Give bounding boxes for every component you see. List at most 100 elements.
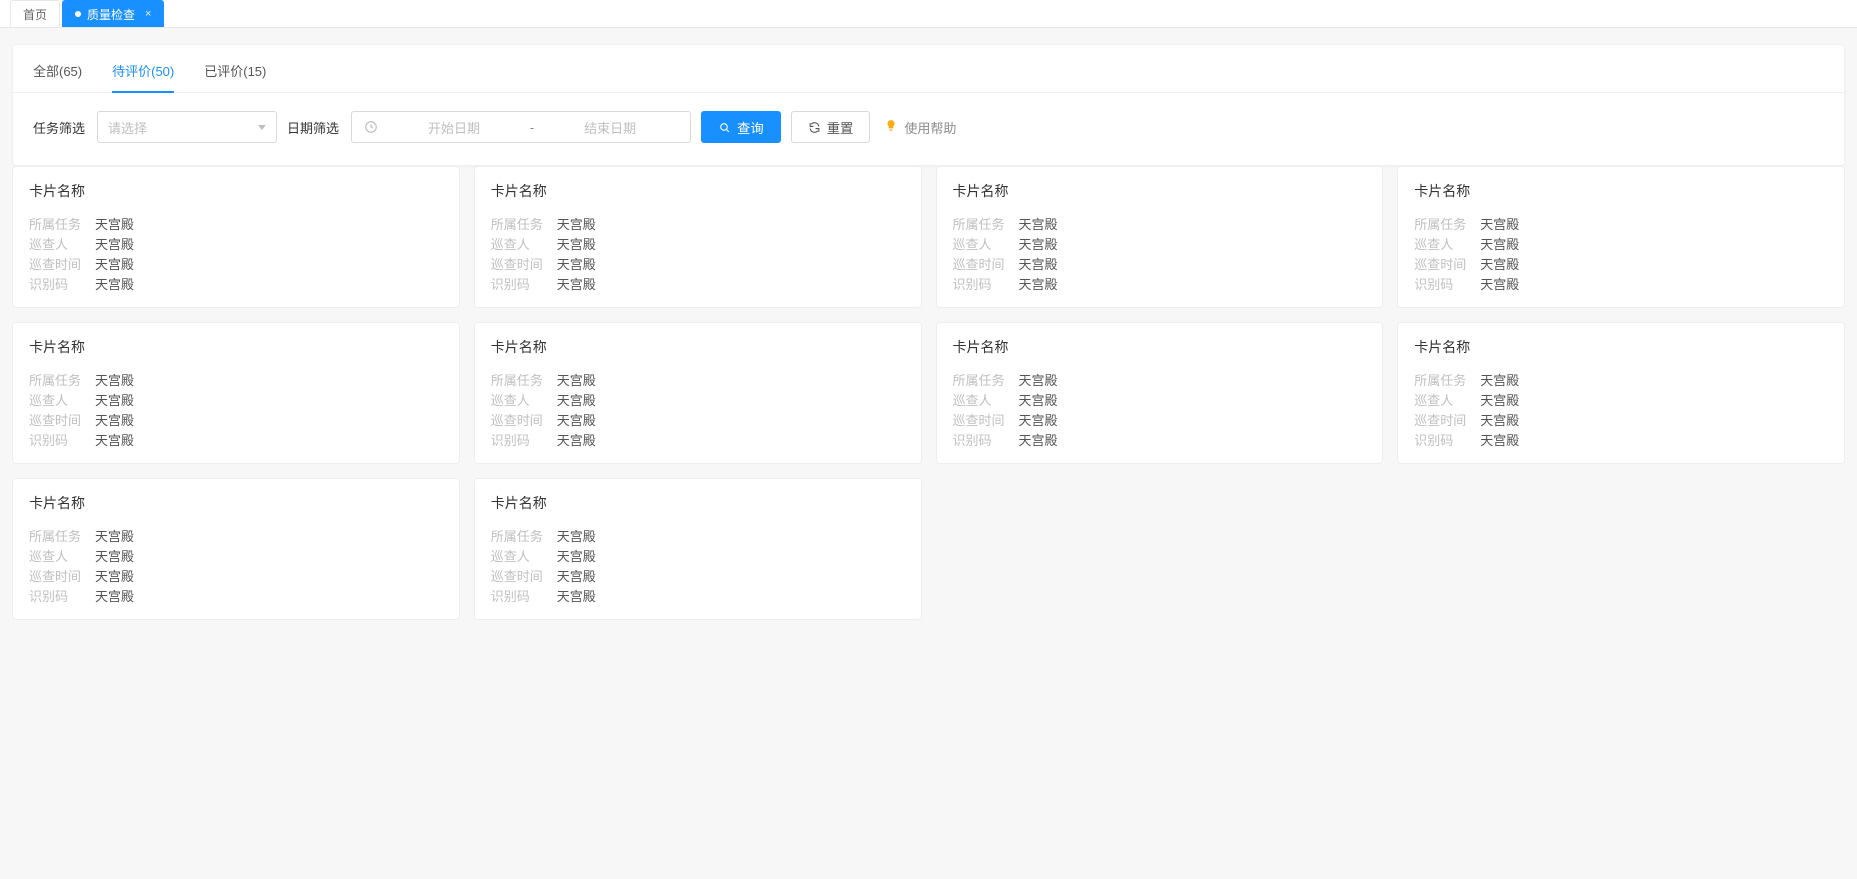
card-key: 巡查人 (491, 391, 551, 411)
card[interactable]: 卡片名称所属任务天宫殿巡查人天宫殿巡查时间天宫殿识别码天宫殿 (474, 166, 922, 308)
card-title: 卡片名称 (953, 337, 1367, 357)
card-value: 天宫殿 (557, 215, 596, 235)
card-value: 天宫殿 (557, 275, 596, 295)
card-row-code: 识别码天宫殿 (491, 431, 905, 451)
card-key: 巡查时间 (491, 411, 551, 431)
card-key: 巡查人 (1414, 235, 1474, 255)
card-row-time: 巡查时间天宫殿 (491, 411, 905, 431)
page-tab-bar: 首页质量检查× (0, 0, 1857, 28)
card-key: 巡查人 (29, 391, 89, 411)
card-key: 所属任务 (491, 527, 551, 547)
tab-pending[interactable]: 待评价(50) (112, 61, 174, 92)
help-link[interactable]: 使用帮助 (884, 118, 956, 137)
card-value: 天宫殿 (95, 431, 134, 451)
search-button[interactable]: 查询 (701, 111, 781, 143)
card-row-time: 巡查时间天宫殿 (953, 411, 1367, 431)
help-link-label: 使用帮助 (904, 118, 956, 137)
task-filter-select[interactable]: 请选择 (97, 111, 277, 143)
card-row-code: 识别码天宫殿 (1414, 275, 1828, 295)
card-key: 识别码 (491, 587, 551, 607)
card-row-inspector: 巡查人天宫殿 (29, 391, 443, 411)
close-icon[interactable]: × (145, 8, 151, 20)
card-row-time: 巡查时间天宫殿 (29, 411, 443, 431)
content-tabs: 全部(65) 待评价(50) 已评价(15) (13, 45, 1844, 93)
card-value: 天宫殿 (1480, 215, 1519, 235)
clock-icon (364, 120, 378, 134)
card-row-inspector: 巡查人天宫殿 (953, 391, 1367, 411)
card-value: 天宫殿 (1480, 255, 1519, 275)
card-value: 天宫殿 (1019, 255, 1058, 275)
card-title: 卡片名称 (491, 337, 905, 357)
card[interactable]: 卡片名称所属任务天宫殿巡查人天宫殿巡查时间天宫殿识别码天宫殿 (474, 322, 922, 464)
card-value: 天宫殿 (95, 411, 134, 431)
card-key: 识别码 (1414, 431, 1474, 451)
card[interactable]: 卡片名称所属任务天宫殿巡查人天宫殿巡查时间天宫殿识别码天宫殿 (474, 478, 922, 620)
date-start-placeholder: 开始日期 (386, 118, 522, 137)
card-key: 所属任务 (491, 215, 551, 235)
card-value: 天宫殿 (1480, 235, 1519, 255)
card-value: 天宫殿 (1480, 371, 1519, 391)
card[interactable]: 卡片名称所属任务天宫殿巡查人天宫殿巡查时间天宫殿识别码天宫殿 (1397, 322, 1845, 464)
card-key: 巡查时间 (491, 255, 551, 275)
card-title: 卡片名称 (491, 181, 905, 201)
card-row-task: 所属任务天宫殿 (491, 371, 905, 391)
card-value: 天宫殿 (1019, 431, 1058, 451)
card-key: 识别码 (491, 275, 551, 295)
card-value: 天宫殿 (95, 567, 134, 587)
card-key: 识别码 (29, 587, 89, 607)
card-key: 巡查时间 (953, 411, 1013, 431)
card-row-time: 巡查时间天宫殿 (491, 567, 905, 587)
card-key: 巡查人 (953, 391, 1013, 411)
card-value: 天宫殿 (95, 255, 134, 275)
card-row-inspector: 巡查人天宫殿 (953, 235, 1367, 255)
card-row-code: 识别码天宫殿 (29, 431, 443, 451)
card-row-code: 识别码天宫殿 (953, 275, 1367, 295)
card-value: 天宫殿 (1019, 411, 1058, 431)
card-row-task: 所属任务天宫殿 (491, 215, 905, 235)
card-title: 卡片名称 (491, 493, 905, 513)
card-value: 天宫殿 (557, 391, 596, 411)
card[interactable]: 卡片名称所属任务天宫殿巡查人天宫殿巡查时间天宫殿识别码天宫殿 (1397, 166, 1845, 308)
card-row-time: 巡查时间天宫殿 (1414, 411, 1828, 431)
card-row-code: 识别码天宫殿 (491, 587, 905, 607)
card[interactable]: 卡片名称所属任务天宫殿巡查人天宫殿巡查时间天宫殿识别码天宫殿 (12, 322, 460, 464)
card-value: 天宫殿 (557, 587, 596, 607)
card-value: 天宫殿 (1480, 275, 1519, 295)
card-row-code: 识别码天宫殿 (29, 587, 443, 607)
card-key: 所属任务 (29, 527, 89, 547)
card-row-task: 所属任务天宫殿 (491, 527, 905, 547)
page-tab-1[interactable]: 质量检查× (62, 0, 164, 27)
card-row-time: 巡查时间天宫殿 (1414, 255, 1828, 275)
card-value: 天宫殿 (1019, 235, 1058, 255)
tab-all[interactable]: 全部(65) (33, 61, 82, 92)
card-value: 天宫殿 (557, 567, 596, 587)
card-value: 天宫殿 (1480, 431, 1519, 451)
card-key: 巡查人 (953, 235, 1013, 255)
dot-icon (75, 11, 81, 17)
card-row-time: 巡查时间天宫殿 (491, 255, 905, 275)
date-range-picker[interactable]: 开始日期 - 结束日期 (351, 111, 691, 143)
refresh-icon (808, 121, 821, 134)
card-value: 天宫殿 (1019, 215, 1058, 235)
card-value: 天宫殿 (95, 275, 134, 295)
card-row-time: 巡查时间天宫殿 (29, 567, 443, 587)
card-row-task: 所属任务天宫殿 (29, 371, 443, 391)
card[interactable]: 卡片名称所属任务天宫殿巡查人天宫殿巡查时间天宫殿识别码天宫殿 (12, 166, 460, 308)
reset-button[interactable]: 重置 (791, 111, 871, 143)
card-value: 天宫殿 (557, 371, 596, 391)
card-value: 天宫殿 (95, 215, 134, 235)
card-key: 所属任务 (953, 215, 1013, 235)
card-title: 卡片名称 (29, 337, 443, 357)
card-value: 天宫殿 (95, 547, 134, 567)
card[interactable]: 卡片名称所属任务天宫殿巡查人天宫殿巡查时间天宫殿识别码天宫殿 (936, 322, 1384, 464)
filter-bar: 任务筛选 请选择 日期筛选 开始日期 - 结束日期 查询 重置 (13, 93, 1844, 165)
card-row-inspector: 巡查人天宫殿 (491, 547, 905, 567)
card-key: 所属任务 (29, 371, 89, 391)
card-key: 识别码 (29, 431, 89, 451)
card-row-inspector: 巡查人天宫殿 (29, 235, 443, 255)
card[interactable]: 卡片名称所属任务天宫殿巡查人天宫殿巡查时间天宫殿识别码天宫殿 (12, 478, 460, 620)
tab-done[interactable]: 已评价(15) (204, 61, 266, 92)
card[interactable]: 卡片名称所属任务天宫殿巡查人天宫殿巡查时间天宫殿识别码天宫殿 (936, 166, 1384, 308)
card-row-time: 巡查时间天宫殿 (29, 255, 443, 275)
page-tab-0[interactable]: 首页 (10, 0, 60, 27)
